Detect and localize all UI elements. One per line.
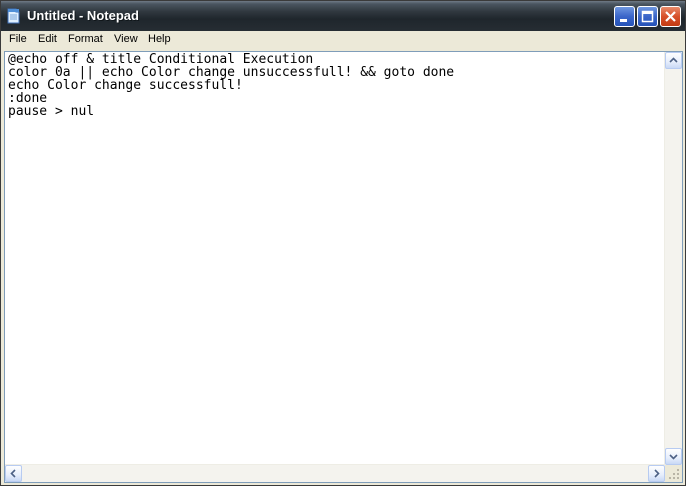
arrow-left-icon (10, 469, 16, 478)
text-editor[interactable]: @echo off & title Conditional Execution … (4, 51, 683, 483)
scroll-down-button[interactable] (665, 448, 682, 465)
close-icon (665, 11, 676, 22)
arrow-right-icon (654, 469, 660, 478)
maximize-button[interactable] (637, 6, 658, 27)
minimize-icon (620, 19, 627, 22)
arrow-up-icon (669, 57, 678, 63)
notepad-window: Untitled - Notepad File Edit Format View… (0, 0, 686, 486)
document-text[interactable]: @echo off & title Conditional Execution … (8, 53, 454, 118)
menu-bar: File Edit Format View Help (1, 31, 685, 49)
window-title: Untitled - Notepad (27, 8, 139, 23)
resize-grip[interactable] (665, 465, 682, 482)
title-bar[interactable]: Untitled - Notepad (1, 1, 685, 31)
resize-grip-icon (669, 469, 679, 479)
menu-file[interactable]: File (9, 33, 27, 45)
close-button[interactable] (660, 6, 681, 27)
scroll-right-button[interactable] (648, 465, 665, 482)
menu-help[interactable]: Help (148, 33, 171, 45)
menu-view[interactable]: View (114, 33, 138, 45)
horizontal-scrollbar[interactable] (5, 464, 665, 482)
menu-edit[interactable]: Edit (38, 33, 57, 45)
arrow-down-icon (669, 454, 678, 460)
scroll-up-button[interactable] (665, 52, 682, 69)
minimize-button[interactable] (614, 6, 635, 27)
notepad-icon[interactable] (7, 8, 20, 24)
text-line: pause > nul (8, 104, 95, 119)
vertical-scrollbar[interactable] (664, 52, 682, 465)
maximize-icon (641, 10, 654, 23)
menu-format[interactable]: Format (68, 33, 103, 45)
text-line: echo Color change successfull! (8, 78, 243, 93)
scroll-left-button[interactable] (5, 465, 22, 482)
